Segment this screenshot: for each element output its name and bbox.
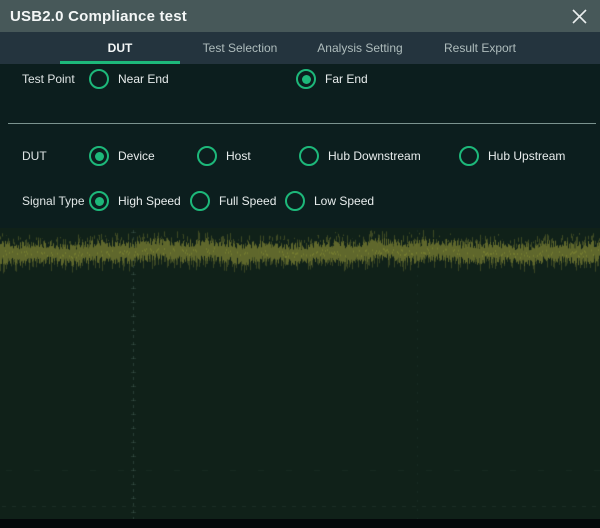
tab-analysis-setting[interactable]: Analysis Setting	[300, 32, 420, 64]
radio-button-icon	[299, 146, 319, 166]
radio-button-icon	[89, 146, 109, 166]
radio-button-icon	[459, 146, 479, 166]
tab-label: Analysis Setting	[317, 41, 402, 55]
radio-button-icon	[285, 191, 305, 211]
radio-option-host[interactable]: Host	[197, 144, 251, 168]
radio-option-label: Device	[118, 149, 155, 163]
form-row-signal-type: Signal Type High Speed Full Speed Low Sp…	[0, 186, 600, 216]
dialog-title: USB2.0 Compliance test	[10, 8, 187, 25]
radio-option-label: Far End	[325, 72, 368, 86]
row-label: DUT	[22, 149, 47, 163]
scope-display	[0, 228, 600, 519]
radio-option-label: Full Speed	[219, 194, 276, 208]
screen-bottom-edge	[0, 519, 600, 528]
radio-option-full-speed[interactable]: Full Speed	[190, 189, 276, 213]
radio-option-label: High Speed	[118, 194, 181, 208]
dialog-body: DUT Device Host Hub Downstream Hub Upstr…	[0, 64, 600, 228]
waveform-display	[0, 228, 600, 519]
tab-test-selection[interactable]: Test Selection	[180, 32, 300, 64]
row-label: Signal Type	[22, 194, 85, 208]
tab-label: Test Selection	[203, 41, 278, 55]
radio-option-label: Low Speed	[314, 194, 374, 208]
radio-option-far-end[interactable]: Far End	[296, 67, 368, 91]
radio-option-label: Hub Upstream	[488, 149, 565, 163]
radio-button-icon	[89, 69, 109, 89]
row-label: Test Point	[22, 72, 75, 86]
radio-option-label: Hub Downstream	[328, 149, 421, 163]
radio-option-label: Host	[226, 149, 251, 163]
radio-button-icon	[190, 191, 210, 211]
form-row-test-point: Test Point Near End Far End	[0, 64, 600, 94]
close-icon	[571, 8, 588, 25]
radio-option-device[interactable]: Device	[89, 144, 155, 168]
tab-bar: DUT Test Selection Analysis Setting Result …	[0, 32, 600, 64]
radio-option-high-speed[interactable]: High Speed	[89, 189, 181, 213]
usb-compliance-dialog: USB2.0 Compliance test DUT Test Selection…	[0, 0, 600, 528]
tab-label: Result Export	[444, 41, 516, 55]
tab-dut[interactable]: DUT	[60, 32, 180, 64]
radio-button-icon	[296, 69, 316, 89]
section-divider	[8, 123, 596, 124]
close-button[interactable]	[566, 4, 592, 28]
radio-option-low-speed[interactable]: Low Speed	[285, 189, 374, 213]
radio-option-near-end[interactable]: Near End	[89, 67, 169, 91]
dialog-titlebar: USB2.0 Compliance test	[0, 0, 600, 32]
radio-option-hub-downstream[interactable]: Hub Downstream	[299, 144, 421, 168]
radio-option-hub-upstream[interactable]: Hub Upstream	[459, 144, 565, 168]
radio-button-icon	[197, 146, 217, 166]
tab-label: DUT	[108, 41, 133, 55]
tab-result-export[interactable]: Result Export	[420, 32, 540, 64]
radio-button-icon	[89, 191, 109, 211]
radio-option-label: Near End	[118, 72, 169, 86]
form-row-dut: DUT Device Host Hub Downstream Hub Upstr…	[0, 141, 600, 171]
